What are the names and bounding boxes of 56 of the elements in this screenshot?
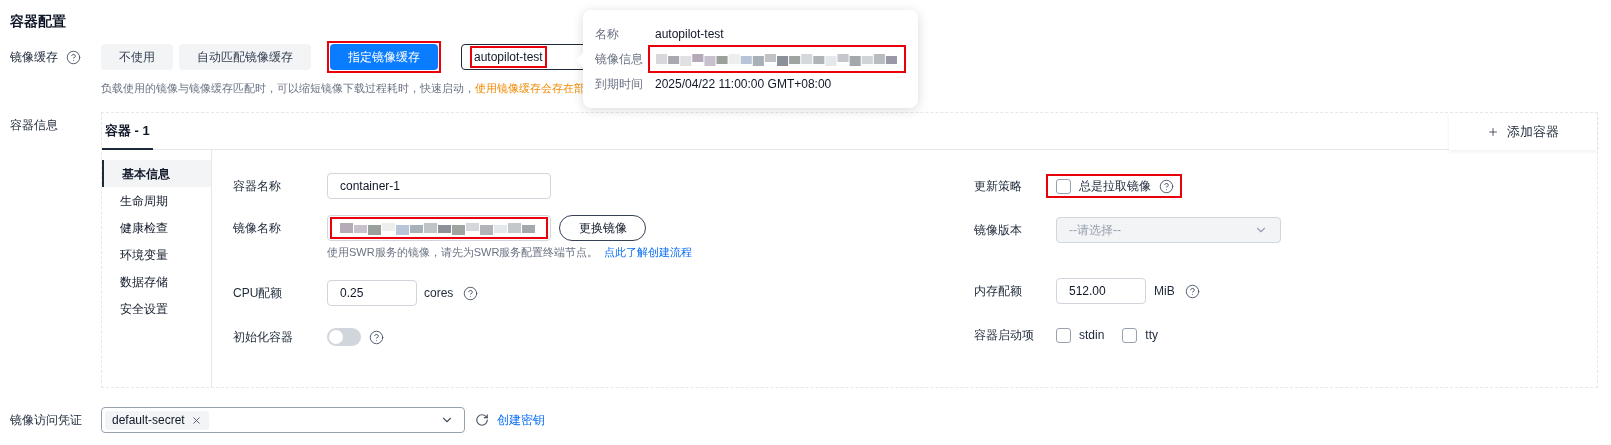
help-icon[interactable] xyxy=(66,49,81,65)
segment-button[interactable]: 不使用 xyxy=(101,44,173,70)
checkbox-label: stdin xyxy=(1079,327,1105,344)
side-menu-item[interactable]: 生命周期 xyxy=(102,187,211,214)
field-label: 镜像名称 xyxy=(233,220,282,237)
side-menu-item[interactable]: 数据存储 xyxy=(102,268,211,295)
field-label: 内存配额 xyxy=(974,283,1023,300)
credential-select[interactable]: default-secret xyxy=(101,407,465,433)
popover-label: 名称 xyxy=(595,26,620,43)
plus-icon xyxy=(1487,125,1499,138)
field-label: 镜像访问凭证 xyxy=(10,412,83,429)
field-label: 镜像版本 xyxy=(974,222,1023,239)
field-label: 更新策略 xyxy=(974,178,1023,195)
checkbox-label: tty xyxy=(1145,327,1159,344)
side-menu-item[interactable]: 健康检查 xyxy=(102,214,211,241)
number-field[interactable]: 512.00 xyxy=(1056,278,1146,304)
popover-label: 到期时间 xyxy=(595,76,644,93)
checkbox[interactable] xyxy=(1056,327,1071,343)
checkbox[interactable] xyxy=(1122,327,1138,343)
help-icon[interactable] xyxy=(463,285,479,301)
popover-label: 镜像信息 xyxy=(595,51,644,68)
side-menu-item[interactable]: 基本信息 xyxy=(102,160,211,187)
toggle-switch[interactable] xyxy=(327,328,361,346)
field-label: 镜像缓存 xyxy=(10,49,58,66)
number-field[interactable]: 0.25 xyxy=(327,280,417,306)
unit-text: MiB xyxy=(1154,283,1175,300)
field-label: 初始化容器 xyxy=(233,329,294,346)
help-icon[interactable] xyxy=(369,329,384,345)
segment-button[interactable]: 指定镜像缓存 xyxy=(330,44,438,70)
selected-value: autopilot-test xyxy=(470,46,547,68)
section-title: 容器配置 xyxy=(10,11,66,31)
unit-text: cores xyxy=(424,285,454,302)
tag: default-secret xyxy=(105,410,209,430)
field-label: 容器名称 xyxy=(233,178,282,195)
popover-value: autopilot-test xyxy=(655,26,724,43)
popover-value: 2025/04/22 11:00:00 GMT+08:00 xyxy=(655,76,832,93)
text-field[interactable]: container-1 xyxy=(327,173,551,199)
add-container-button[interactable]: 添加容器 xyxy=(1449,113,1597,150)
field-label: 容器启动项 xyxy=(974,327,1035,344)
segment-button[interactable]: 自动匹配镜像缓存 xyxy=(179,44,311,70)
side-menu-item[interactable]: 安全设置 xyxy=(102,295,211,322)
close-icon[interactable] xyxy=(190,414,202,426)
create-key-link[interactable]: 创建密钥 xyxy=(497,411,545,429)
help-icon[interactable] xyxy=(1159,178,1174,194)
change-image-button[interactable]: 更换镜像 xyxy=(559,215,646,241)
side-menu-item[interactable]: 环境变量 xyxy=(102,241,211,268)
help-icon[interactable] xyxy=(1184,283,1200,299)
learn-more-link[interactable]: 点此了解创建流程 xyxy=(604,243,693,261)
field-label: 容器信息 xyxy=(10,118,58,132)
checkbox[interactable] xyxy=(1056,178,1071,194)
container-tab[interactable]: 容器 - 1 xyxy=(102,113,153,150)
hint-text: 负载使用的镜像与镜像缓存匹配时，可以缩短镜像下载过程耗时，快速启动， xyxy=(101,80,475,96)
checkbox-label: 总是拉取镜像 xyxy=(1079,178,1151,195)
field-label: CPU配额 xyxy=(233,285,284,302)
refresh-icon[interactable] xyxy=(475,413,489,427)
hint-text: 使用SWR服务的镜像，请先为SWR服务配置终端节点。 xyxy=(327,244,599,260)
